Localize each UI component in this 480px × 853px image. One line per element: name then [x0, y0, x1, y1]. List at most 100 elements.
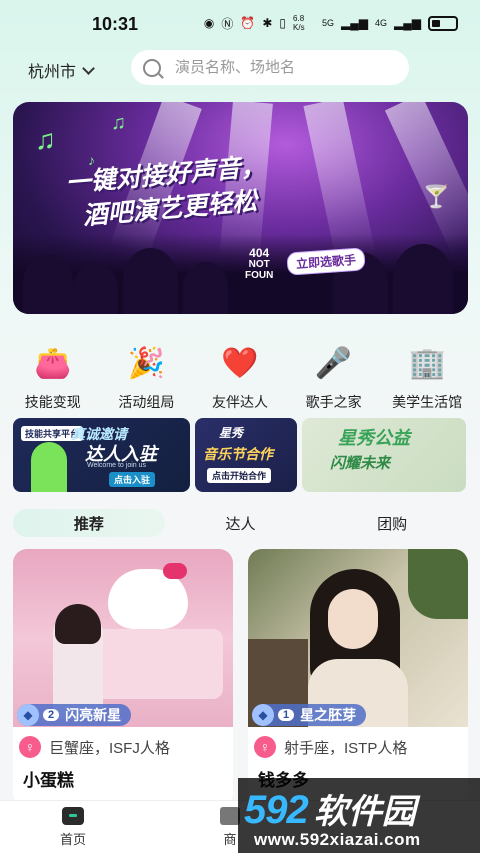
- category-label: 友伴达人: [211, 394, 268, 410]
- search-input[interactable]: [175, 59, 395, 76]
- category-label: 歌手之家: [305, 394, 362, 410]
- shop-icon: [220, 807, 240, 825]
- category-events[interactable]: 🎉 活动组局: [100, 340, 192, 412]
- gem-icon: ◆: [17, 704, 39, 726]
- category-grid: 👛 技能变现 🎉 活动组局 ❤️ 友伴达人 🎤 歌手之家 🏢 美学生活馆: [0, 340, 480, 412]
- microphone-icon: 🎤: [314, 346, 353, 380]
- promo-small-text: Welcome to join us: [87, 462, 147, 469]
- watermark-logo: 592 软件园: [244, 784, 416, 833]
- music-note-icon: ♫: [111, 112, 126, 134]
- cocktail-icon: 🍸: [422, 184, 450, 209]
- battery-icon: [428, 15, 458, 31]
- signal-5g: 5G: [322, 18, 335, 28]
- tab-recommend[interactable]: 推荐: [13, 509, 165, 537]
- hello-kitty-bow-icon: [163, 563, 187, 579]
- level-title: 闪亮新星: [65, 707, 122, 723]
- zodiac-personality: 巨蟹座，ISFJ人格: [49, 739, 170, 757]
- category-companions[interactable]: ❤️ 友伴达人: [194, 340, 286, 412]
- chevron-down-icon: [82, 61, 95, 75]
- nav-home-label: 首页: [60, 832, 87, 847]
- hero-banner[interactable]: ♫ ♫ ♪ 🍸 一键对接好声音， 酒吧演艺更轻松 404 NOT FOUN 立即…: [13, 102, 468, 314]
- level-number: 1: [278, 709, 295, 721]
- level-number: 2: [43, 709, 60, 721]
- status-time: 10:31: [92, 14, 139, 34]
- category-singers[interactable]: 🎤 歌手之家: [288, 340, 380, 412]
- alarm-icon: ⏰: [240, 16, 256, 30]
- search-bar[interactable]: [131, 50, 409, 85]
- watermark-number: 592: [244, 788, 309, 832]
- tab-group-buy[interactable]: 团购: [316, 509, 468, 537]
- nav-shop[interactable]: 商: [220, 807, 240, 848]
- watermark: 592 软件园 www.592xiazai.com: [238, 778, 480, 853]
- person-face: [328, 589, 378, 649]
- profile-sign: ♀ 射手座，ISTP人格: [254, 736, 407, 758]
- city-selector[interactable]: 杭州市: [28, 58, 95, 82]
- home-icon: [62, 807, 84, 825]
- profile-card[interactable]: ◆ 2 闪亮新星 ♀ 巨蟹座，ISFJ人格 小蛋糕: [13, 549, 233, 807]
- feed-tabs: 推荐 达人 团购: [13, 509, 468, 537]
- profile-name: 小蛋糕: [23, 771, 74, 790]
- promo-music-festival[interactable]: 星秀 音乐节合作 点击开始合作: [195, 418, 297, 492]
- zodiac-personality: 射手座，ISTP人格: [284, 739, 408, 757]
- status-icons: ◉ Ⓝ ⏰ ✱ ▯ 6.8 K/s 5G ▂▄▆ 4G ▂▄▆: [204, 14, 458, 32]
- female-icon: ♀: [19, 736, 41, 758]
- crowd: [123, 248, 178, 314]
- gem-icon: ◆: [252, 704, 274, 726]
- building-icon: 🏢: [408, 346, 446, 380]
- search-icon: [143, 58, 161, 77]
- promo-title: 星秀: [219, 426, 244, 440]
- wallet-icon: 👛: [34, 346, 72, 380]
- tab-talent[interactable]: 达人: [165, 509, 317, 537]
- category-label: 活动组局: [118, 394, 175, 410]
- category-aesthetic-life[interactable]: 🏢 美学生活馆: [381, 340, 473, 412]
- nav-home[interactable]: 首页: [60, 807, 86, 848]
- category-label: 技能变现: [24, 394, 81, 410]
- not-found-sign: 404 NOT FOUN: [245, 246, 274, 281]
- heart-icon: ❤️: [221, 346, 259, 380]
- person-hair: [55, 604, 101, 644]
- net-speed: 6.8 K/s: [293, 14, 305, 32]
- eye-icon: ◉: [203, 16, 215, 30]
- cake: [93, 629, 223, 699]
- watermark-url: www.592xiazai.com: [254, 830, 421, 849]
- category-skill-monetize[interactable]: 👛 技能变现: [7, 340, 99, 412]
- profile-card[interactable]: ◆ 1 星之胚芽 ♀ 射手座，ISTP人格 钱多多: [248, 549, 468, 807]
- level-title: 星之胚芽: [300, 707, 357, 723]
- watermark-brand: 软件园: [313, 793, 416, 831]
- category-label: 美学生活馆: [392, 394, 463, 410]
- profile-photo: [13, 549, 233, 727]
- music-note-icon: ♫: [35, 124, 56, 155]
- nav-shop-label: 商: [223, 832, 237, 847]
- stage-light: [384, 102, 468, 256]
- bluetooth-icon: ✱: [262, 16, 273, 30]
- promo-cooperate-button[interactable]: 点击开始合作: [207, 468, 272, 483]
- not-found-text-2: FOUN: [245, 270, 274, 281]
- promo-title-2: 音乐节合作: [203, 446, 273, 462]
- crowd: [183, 262, 228, 314]
- crowd: [73, 264, 118, 314]
- plant: [408, 549, 468, 619]
- level-badge: ◆ 1 星之胚芽: [252, 704, 367, 726]
- female-icon: ♀: [254, 736, 276, 758]
- crowd: [393, 244, 453, 314]
- promo-join-button[interactable]: 点击入驻: [109, 472, 156, 487]
- profile-sign: ♀ 巨蟹座，ISFJ人格: [19, 736, 170, 758]
- promo-title-2: 闪耀未来: [330, 455, 391, 472]
- city-label: 杭州市: [28, 64, 77, 81]
- promo-title: 星秀公益: [338, 428, 410, 448]
- party-popper-icon: 🎉: [127, 346, 166, 380]
- vibrate-icon: ▯: [279, 16, 287, 30]
- level-badge: ◆ 2 闪亮新星: [17, 704, 132, 726]
- person-figure: [31, 442, 67, 492]
- nfc-icon: Ⓝ: [221, 16, 234, 31]
- signal-bars-icon-2: ▂▄▆: [394, 16, 421, 30]
- signal-4g: 4G: [375, 18, 388, 28]
- not-found-text: NOT: [248, 259, 270, 270]
- signal-bars-icon: ▂▄▆: [341, 16, 369, 30]
- profile-photo: [248, 549, 468, 727]
- crowd: [23, 254, 73, 314]
- status-bar: 10:31 ◉ Ⓝ ⏰ ✱ ▯ 6.8 K/s 5G ▂▄▆ 4G ▂▄▆: [0, 0, 480, 46]
- promo-charity[interactable]: 星秀公益 闪耀未来: [302, 418, 466, 492]
- promo-join-talent[interactable]: 技能共享平台 真诚邀请 达人入驻 Welcome to join us 点击入驻: [13, 418, 190, 492]
- not-found-code: 404: [249, 246, 270, 260]
